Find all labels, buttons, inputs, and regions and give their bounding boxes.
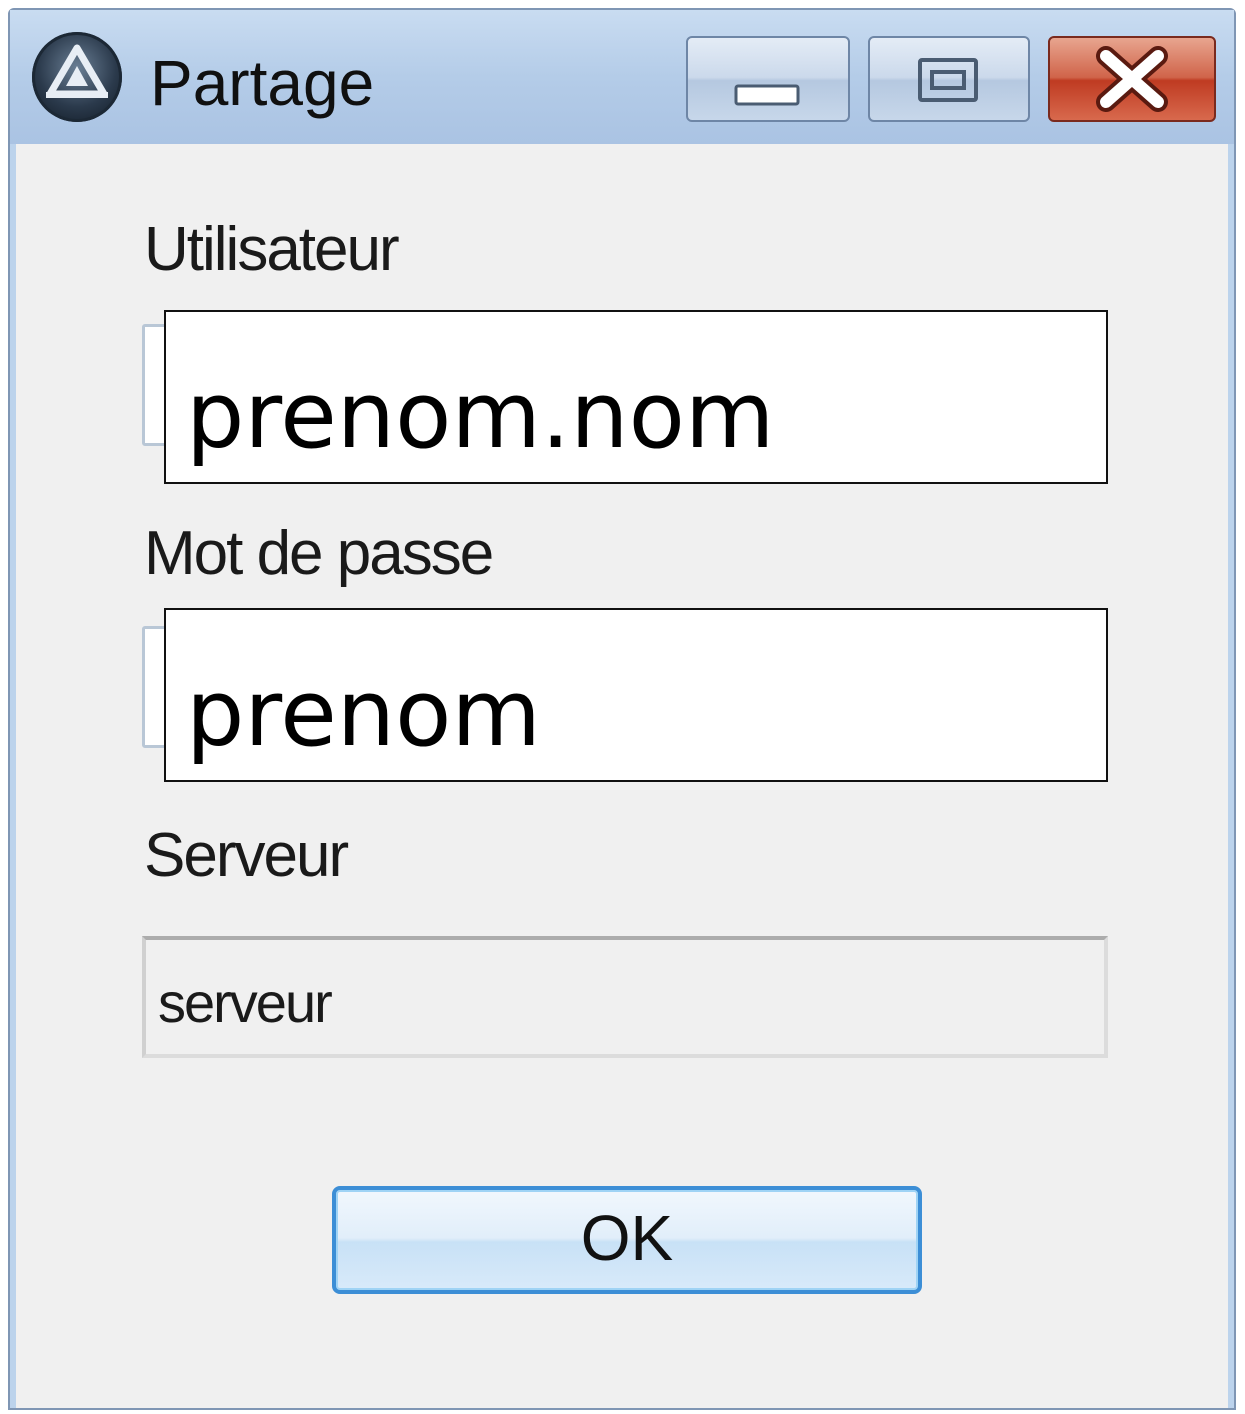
password-label: Mot de passe bbox=[144, 519, 494, 588]
close-button[interactable] bbox=[1048, 36, 1216, 122]
user-label: Utilisateur bbox=[144, 215, 400, 284]
server-field: serveur bbox=[142, 936, 1108, 1058]
maximize-button[interactable] bbox=[868, 36, 1030, 122]
minimize-icon bbox=[734, 84, 800, 106]
password-input[interactable] bbox=[164, 608, 1108, 782]
user-input[interactable] bbox=[164, 310, 1108, 484]
close-icon bbox=[1096, 46, 1168, 112]
maximize-icon bbox=[918, 58, 978, 102]
dialog-window: Partage Utilisateur Mot de passe Serveur bbox=[8, 8, 1236, 1410]
ok-button[interactable]: OK bbox=[332, 1186, 922, 1294]
app-icon[interactable] bbox=[32, 32, 122, 122]
minimize-button[interactable] bbox=[686, 36, 850, 122]
dialog-content: Utilisateur Mot de passe Serveur serveur… bbox=[16, 144, 1228, 1408]
server-label: Serveur bbox=[144, 821, 349, 890]
window-title: Partage bbox=[150, 47, 375, 119]
title-bar[interactable]: Partage bbox=[10, 10, 1234, 144]
